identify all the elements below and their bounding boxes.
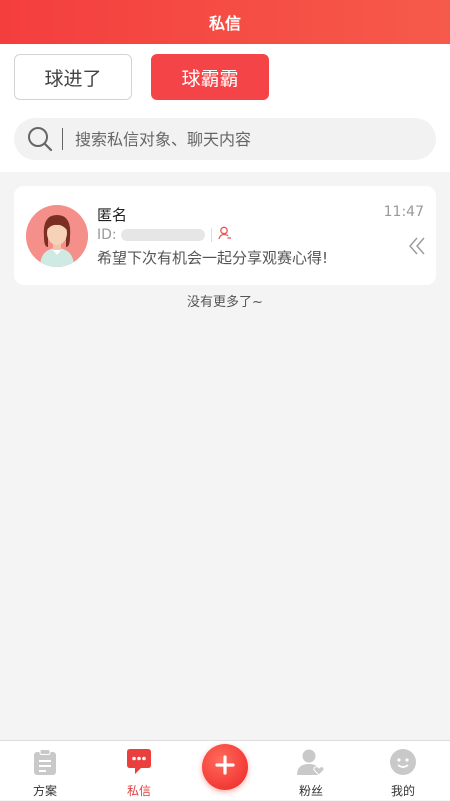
contact-name: 匿名 bbox=[97, 206, 128, 224]
search-icon bbox=[26, 125, 54, 153]
contact-id-row: ID: bbox=[97, 226, 232, 244]
search-bar[interactable] bbox=[14, 118, 436, 160]
id-value-masked bbox=[120, 229, 205, 241]
tab-qiubaba-button[interactable]: 球霸霸 bbox=[151, 54, 269, 100]
tab-label: 粉丝 bbox=[298, 784, 323, 798]
chat-bubble-icon bbox=[125, 748, 153, 780]
tab-fensi[interactable]: 粉丝 bbox=[266, 741, 356, 801]
user-heart-icon bbox=[296, 748, 326, 780]
clipboard-icon bbox=[31, 748, 59, 780]
tab-label: 方案 bbox=[32, 784, 57, 798]
tab-qiujinle-button[interactable]: 球进了 bbox=[14, 54, 132, 100]
smile-face-icon bbox=[389, 748, 417, 780]
message-preview: 希望下次有机会一起分享观赛心得! bbox=[97, 249, 329, 267]
header-bar: 私信 bbox=[0, 0, 450, 44]
id-label: ID: bbox=[97, 227, 117, 243]
add-button[interactable] bbox=[202, 744, 248, 790]
page-title: 私信 bbox=[208, 14, 241, 33]
message-time: 11:47 bbox=[383, 204, 424, 220]
tab-fangan[interactable]: 方案 bbox=[0, 741, 90, 801]
id-divider bbox=[210, 228, 212, 242]
tab-label: 私信 bbox=[126, 784, 151, 798]
tab-label: 我的 bbox=[390, 784, 415, 798]
search-divider bbox=[62, 128, 63, 150]
tab-sixin[interactable]: 私信 bbox=[94, 741, 184, 801]
search-input[interactable] bbox=[75, 129, 395, 149]
list-end-text: 没有更多了~ bbox=[187, 295, 263, 310]
avatar bbox=[26, 205, 88, 267]
top-area: 球进了 球霸霸 bbox=[0, 44, 450, 172]
plus-icon bbox=[215, 755, 235, 779]
tab-wode[interactable]: 我的 bbox=[358, 741, 448, 801]
message-card[interactable]: 匿名 ID: 希望下次有机会一起分享观赛心得! 11:47 bbox=[14, 186, 436, 285]
user-icon[interactable] bbox=[218, 226, 232, 244]
double-chevron-left-icon[interactable] bbox=[408, 236, 426, 260]
female-avatar-icon bbox=[26, 205, 88, 267]
